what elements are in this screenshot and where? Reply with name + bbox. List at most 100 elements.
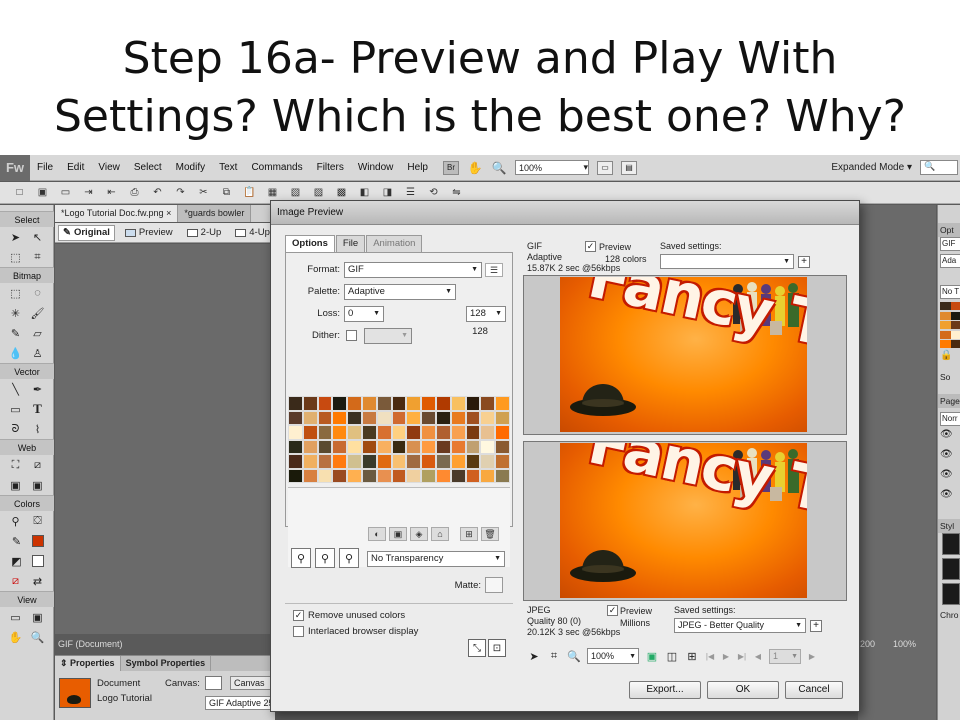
no-stroke-icon[interactable]: ⧄ bbox=[9, 574, 23, 588]
pointer-icon[interactable]: ➤ bbox=[527, 650, 541, 663]
palette-swatch[interactable] bbox=[376, 468, 392, 483]
blur-icon[interactable]: 💧 bbox=[9, 346, 23, 360]
view-2up[interactable]: 2-Up bbox=[183, 225, 226, 241]
eraser-icon[interactable]: ▱ bbox=[31, 326, 45, 340]
ok-button[interactable]: OK bbox=[707, 681, 779, 699]
palette-swatch[interactable] bbox=[376, 439, 392, 454]
join-icon[interactable]: ▨ bbox=[311, 186, 326, 200]
eye-icon[interactable]: 👁 bbox=[940, 429, 954, 443]
menu-modify[interactable]: Modify bbox=[169, 162, 212, 173]
palette-swatch[interactable] bbox=[288, 454, 303, 469]
pencil-icon[interactable]: ✎ bbox=[9, 326, 23, 340]
palette-swatch[interactable] bbox=[480, 410, 496, 425]
style-thumbnail[interactable] bbox=[942, 533, 960, 555]
palette-swatch[interactable] bbox=[465, 396, 481, 411]
options-menu-icon[interactable]: ☰ bbox=[485, 263, 503, 277]
trash-icon[interactable]: 🗑 bbox=[481, 527, 499, 541]
canvas-area[interactable] bbox=[55, 244, 275, 634]
palette-swatch[interactable] bbox=[480, 454, 496, 469]
pointer-icon[interactable]: ➤ bbox=[9, 230, 23, 244]
palette-swatch[interactable] bbox=[361, 410, 377, 425]
palette-swatch[interactable] bbox=[332, 439, 348, 454]
palette-swatch[interactable] bbox=[495, 468, 510, 483]
cube-icon[interactable]: ◈ bbox=[410, 527, 428, 541]
cancel-button[interactable]: Cancel bbox=[785, 681, 843, 699]
palette-swatch[interactable] bbox=[361, 468, 377, 483]
dither-checkbox[interactable] bbox=[346, 330, 357, 341]
palette-swatch[interactable] bbox=[361, 439, 377, 454]
palette-swatch[interactable] bbox=[361, 396, 377, 411]
top-preview-frame[interactable]: Fancy That bbox=[523, 275, 847, 435]
export-icon[interactable]: ⇤ bbox=[104, 186, 119, 200]
hand-icon[interactable]: ✋ bbox=[467, 161, 483, 175]
slice-icon[interactable]: ⧄ bbox=[31, 458, 45, 472]
palette-swatch[interactable] bbox=[361, 425, 377, 440]
menu-select[interactable]: Select bbox=[127, 162, 169, 173]
palette-swatch[interactable] bbox=[302, 468, 318, 483]
menu-window[interactable]: Window bbox=[351, 162, 401, 173]
text-tool-icon[interactable]: T bbox=[31, 401, 45, 416]
palette-swatch[interactable] bbox=[376, 425, 392, 440]
crop-icon[interactable]: ⌗ bbox=[547, 650, 561, 663]
freeform-icon[interactable]: ᘐ bbox=[9, 422, 23, 436]
screen-mode-icon[interactable]: ▭ bbox=[596, 160, 613, 175]
style-thumbnail[interactable] bbox=[942, 583, 960, 605]
open-icon[interactable]: ▭ bbox=[58, 186, 73, 200]
palette-swatch[interactable] bbox=[302, 425, 318, 440]
palette-swatch[interactable] bbox=[376, 454, 392, 469]
palette-swatch[interactable] bbox=[317, 439, 333, 454]
palette-select[interactable]: Adaptive ▼ bbox=[344, 284, 456, 300]
palette-swatch[interactable] bbox=[480, 425, 496, 440]
align-icon[interactable]: ☰ bbox=[403, 186, 418, 200]
bottom-preview-checkbox[interactable]: ✓ bbox=[607, 605, 618, 616]
copy-icon[interactable]: ⧉ bbox=[219, 186, 234, 200]
menu-commands[interactable]: Commands bbox=[244, 162, 309, 173]
lock-icon[interactable]: 🔒 bbox=[940, 350, 954, 364]
palette-swatch[interactable] bbox=[332, 396, 348, 411]
last-frame-icon[interactable]: ▶| bbox=[737, 652, 747, 661]
palette-swatch[interactable] bbox=[406, 439, 422, 454]
eye-icon[interactable]: 👁 bbox=[940, 449, 954, 463]
pen-icon[interactable]: ✒ bbox=[31, 382, 45, 396]
menu-text[interactable]: Text bbox=[212, 162, 244, 173]
tab-symbol-properties[interactable]: Symbol Properties bbox=[121, 656, 212, 671]
view-original[interactable]: ✎ Original bbox=[58, 224, 115, 241]
eyedropper-icon[interactable]: ⚲ bbox=[9, 514, 23, 528]
palette-swatch[interactable] bbox=[450, 439, 466, 454]
undo-icon[interactable]: ↶ bbox=[150, 186, 165, 200]
palette-swatch[interactable] bbox=[406, 396, 422, 411]
edit-color-icon[interactable]: ▣ bbox=[389, 527, 407, 541]
palette-swatch[interactable] bbox=[317, 410, 333, 425]
eye-icon[interactable]: 👁 bbox=[940, 469, 954, 483]
palette-swatch[interactable] bbox=[406, 468, 422, 483]
palette-swatch[interactable] bbox=[288, 425, 303, 440]
zoom-tool-icon[interactable]: 🔍 bbox=[31, 630, 45, 644]
line-icon[interactable]: ╲ bbox=[9, 382, 23, 396]
palette-swatch[interactable] bbox=[302, 410, 318, 425]
export-wizard-icon[interactable]: ⊡ bbox=[488, 639, 506, 657]
palette-swatch[interactable] bbox=[317, 468, 333, 483]
palette-swatch[interactable] bbox=[391, 439, 407, 454]
optimize-format-field[interactable]: GIF bbox=[940, 237, 960, 251]
stroke-color-swatch[interactable] bbox=[31, 555, 44, 567]
add-eyedropper-icon[interactable]: ⚲ bbox=[315, 548, 335, 568]
view-4up[interactable]: 4-Up bbox=[231, 225, 274, 241]
rotate-icon[interactable]: ⟲ bbox=[426, 186, 441, 200]
palette-swatch[interactable] bbox=[450, 396, 466, 411]
palette-swatch[interactable] bbox=[347, 396, 362, 411]
menu-edit[interactable]: Edit bbox=[60, 162, 91, 173]
swap-colors-icon[interactable]: ⇄ bbox=[31, 574, 45, 588]
redo-icon[interactable]: ↷ bbox=[173, 186, 188, 200]
palette-swatch[interactable] bbox=[391, 468, 407, 483]
tab-animation[interactable]: Animation bbox=[366, 235, 423, 252]
palette-swatch[interactable] bbox=[317, 454, 333, 469]
doc-tab-guards[interactable]: *guards bowler bbox=[178, 205, 252, 222]
menu-help[interactable]: Help bbox=[400, 162, 435, 173]
palette-swatch[interactable] bbox=[421, 454, 436, 469]
palette-swatch[interactable] bbox=[302, 454, 318, 469]
palette-swatch[interactable] bbox=[495, 396, 510, 411]
palette-swatch[interactable] bbox=[347, 410, 362, 425]
loss-input[interactable]: 0 ▼ bbox=[344, 306, 384, 322]
palette-swatch[interactable] bbox=[302, 396, 318, 411]
optimize-palette-field[interactable]: Ada bbox=[940, 254, 960, 268]
